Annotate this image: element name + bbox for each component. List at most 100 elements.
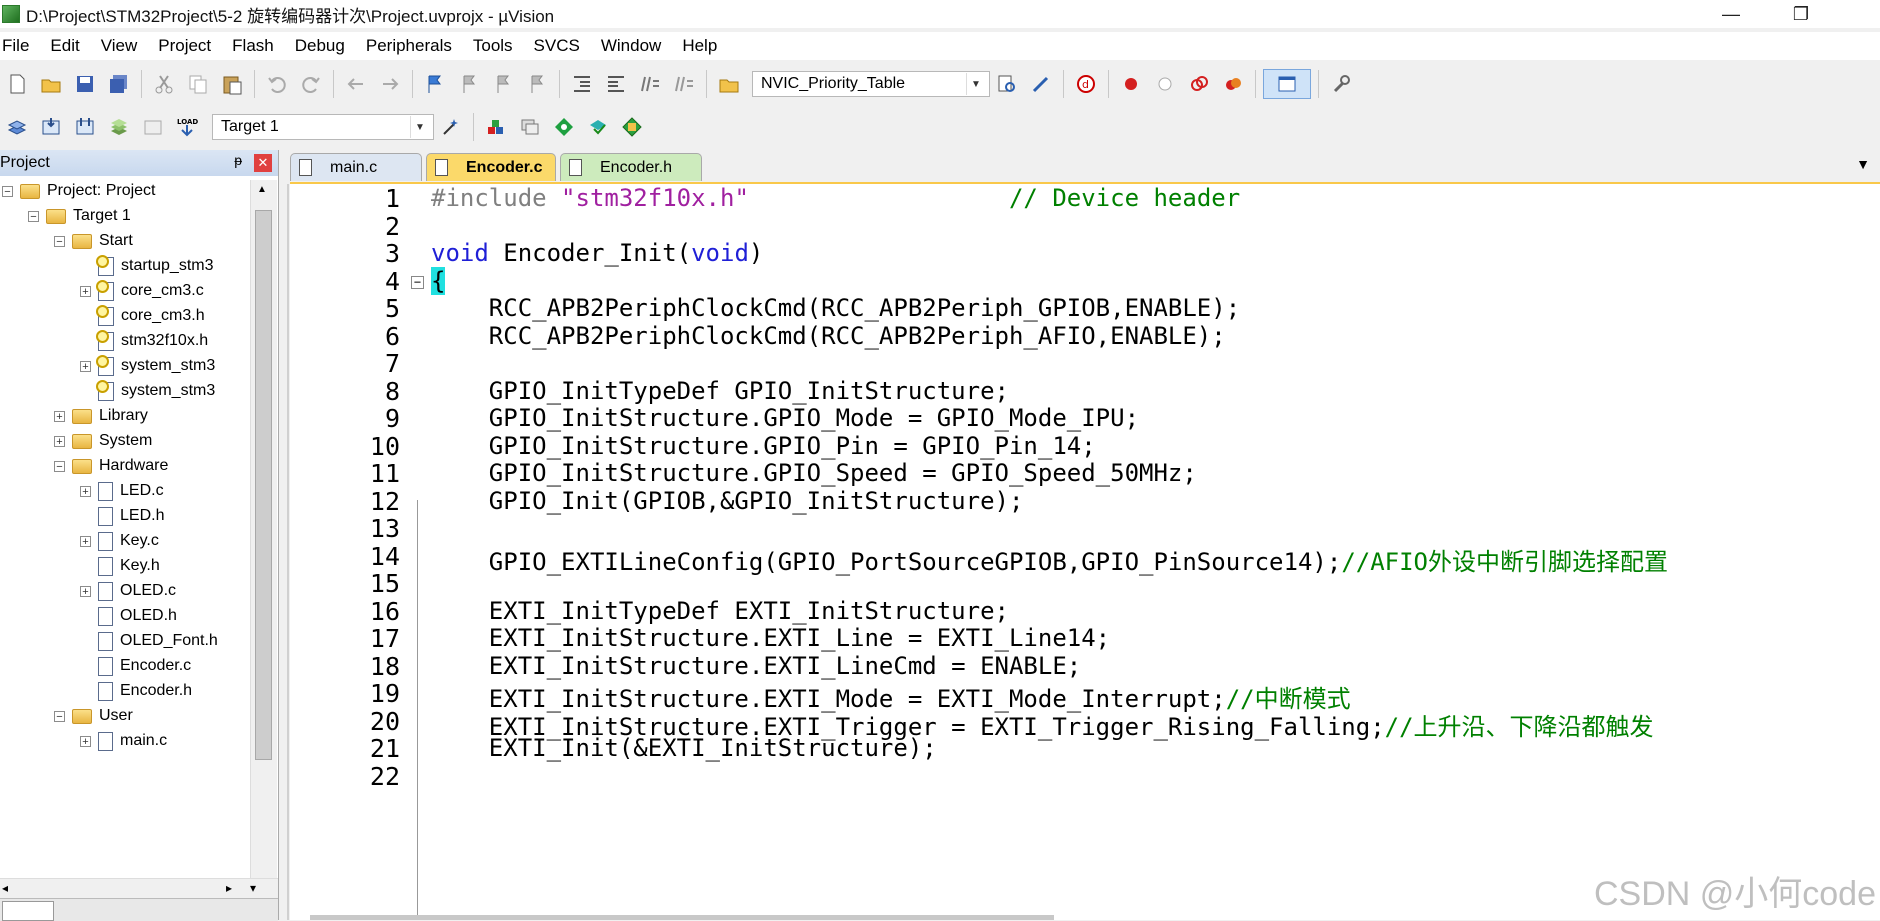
indent-icon[interactable]: [567, 69, 597, 99]
code-token: #include: [431, 184, 562, 212]
editor-border: [287, 184, 289, 920]
close-icon[interactable]: ✕: [254, 154, 272, 172]
menu-view[interactable]: View: [97, 36, 149, 56]
stop-build-icon[interactable]: [138, 112, 168, 142]
code-editor[interactable]: 1 2 3 4 5 6 7 8 9 10 11 12 13 14 15 16 17 18 19 20 21 22− #in…: [290, 184, 1880, 920]
tab-encoder-h[interactable]: Encoder.h: [560, 153, 702, 181]
project-tree-scrollbar[interactable]: ▲: [250, 180, 277, 892]
expand-icon[interactable]: +: [54, 436, 65, 448]
code-line: GPIO_InitStructure.GPIO_Mode = GPIO_Mode…: [431, 404, 1139, 432]
scroll-right-icon[interactable]: ▸: [226, 881, 232, 895]
tab-main-c[interactable]: main.c: [290, 153, 422, 181]
redo-icon[interactable]: [296, 69, 326, 99]
collapse-icon[interactable]: −: [54, 236, 65, 248]
tree-node-label: Library: [99, 407, 148, 424]
comment-icon[interactable]: [635, 69, 665, 99]
expand-icon[interactable]: +: [80, 536, 91, 548]
disable-all-breakpoints-icon[interactable]: [1184, 69, 1214, 99]
new-file-icon[interactable]: [2, 69, 32, 99]
open-file-icon[interactable]: [36, 69, 66, 99]
find-in-files-icon[interactable]: [714, 69, 744, 99]
save-icon[interactable]: [70, 69, 100, 99]
build-icon[interactable]: [36, 112, 66, 142]
collapse-icon[interactable]: −: [28, 211, 39, 223]
undo-icon[interactable]: [262, 69, 292, 99]
navigate-back-icon[interactable]: [341, 69, 371, 99]
translate-icon[interactable]: [2, 112, 32, 142]
kill-all-breakpoints-icon[interactable]: [1218, 69, 1248, 99]
bookmark-next-icon[interactable]: [488, 69, 518, 99]
file-extensions-icon[interactable]: [515, 112, 545, 142]
keyfile-icon: [96, 379, 114, 401]
bookmark-icon[interactable]: [420, 69, 450, 99]
tab-encoder-c[interactable]: Encoder.c: [426, 153, 556, 181]
expand-icon[interactable]: +: [80, 586, 91, 598]
tab-books[interactable]: [60, 901, 120, 919]
tree-node[interactable]: + main.c: [80, 726, 167, 756]
fold-collapse-icon[interactable]: −: [411, 275, 424, 289]
editor-hscrollbar-thumb[interactable]: [310, 915, 1054, 920]
save-all-icon[interactable]: [104, 69, 134, 99]
expand-icon[interactable]: +: [80, 736, 91, 748]
scroll-down-icon[interactable]: ▾: [250, 881, 256, 895]
restore-button[interactable]: ❐: [1778, 0, 1824, 28]
file-icon: [98, 506, 113, 526]
paste-icon[interactable]: [217, 69, 247, 99]
function-dropdown[interactable]: NVIC_Priority_Table ▼: [752, 71, 990, 97]
download-load-icon[interactable]: LOAD: [172, 112, 202, 142]
expand-icon[interactable]: +: [80, 486, 91, 498]
rebuild-icon[interactable]: [70, 112, 100, 142]
editor-tab-bar: main.c Encoder.c Encoder.h ▼: [290, 150, 1880, 184]
expand-icon[interactable]: +: [80, 286, 91, 298]
navigate-forward-icon[interactable]: [375, 69, 405, 99]
project-tree-hscrollbar[interactable]: ◂ ▸ ▾: [0, 878, 278, 899]
code-token: {: [431, 266, 446, 295]
incremental-find-icon[interactable]: [1026, 69, 1056, 99]
menu-debug[interactable]: Debug: [291, 36, 356, 56]
find-icon[interactable]: [992, 69, 1022, 99]
file-icon: [435, 159, 448, 176]
window-layout-icon[interactable]: [1263, 69, 1311, 99]
menu-tools[interactable]: Tools: [469, 36, 524, 56]
scrollbar-thumb[interactable]: [255, 210, 272, 760]
menu-file[interactable]: File: [0, 36, 40, 56]
tab-functions[interactable]: [130, 901, 190, 919]
pin-icon[interactable]: ᵽ: [234, 152, 242, 168]
menu-edit[interactable]: Edit: [46, 36, 90, 56]
select-software-packs-icon[interactable]: [583, 112, 613, 142]
tab-templates[interactable]: [200, 901, 260, 919]
expand-icon[interactable]: +: [80, 361, 91, 373]
unindent-icon[interactable]: [601, 69, 631, 99]
target-dropdown[interactable]: Target 1 ▼: [212, 114, 434, 140]
disable-breakpoint-icon[interactable]: [1150, 69, 1180, 99]
breakpoint-icon[interactable]: [1116, 69, 1146, 99]
menu-svcs[interactable]: SVCS: [530, 36, 591, 56]
tab-project[interactable]: [2, 901, 54, 921]
minimize-button[interactable]: —: [1708, 0, 1754, 28]
menu-project[interactable]: Project: [154, 36, 222, 56]
menu-help[interactable]: Help: [678, 36, 728, 56]
bookmark-clear-icon[interactable]: [522, 69, 552, 99]
collapse-icon[interactable]: −: [2, 186, 13, 198]
uncomment-icon[interactable]: [669, 69, 699, 99]
configure-wrench-icon[interactable]: [1326, 69, 1356, 99]
pack-installer-icon[interactable]: [549, 112, 579, 142]
collapse-icon[interactable]: −: [54, 711, 65, 723]
expand-icon[interactable]: +: [54, 411, 65, 423]
scroll-up-icon[interactable]: ▲: [257, 184, 267, 195]
bookmark-prev-icon[interactable]: [454, 69, 484, 99]
copy-icon[interactable]: [183, 69, 213, 99]
tab-list-chevron-icon[interactable]: ▼: [1856, 156, 1870, 172]
scroll-left-icon[interactable]: ◂: [2, 881, 8, 895]
target-options-icon[interactable]: [436, 112, 466, 142]
manage-components-icon[interactable]: [481, 112, 511, 142]
menu-peripherals[interactable]: Peripherals: [362, 36, 463, 56]
run-time-environment-icon[interactable]: [617, 112, 647, 142]
menu-window[interactable]: Window: [597, 36, 672, 56]
collapse-icon[interactable]: −: [54, 461, 65, 473]
debug-session-icon[interactable]: d: [1071, 69, 1101, 99]
menu-flash[interactable]: Flash: [228, 36, 285, 56]
code-token: "stm32f10x.h": [561, 184, 749, 212]
batch-build-icon[interactable]: [104, 112, 134, 142]
cut-icon[interactable]: [149, 69, 179, 99]
